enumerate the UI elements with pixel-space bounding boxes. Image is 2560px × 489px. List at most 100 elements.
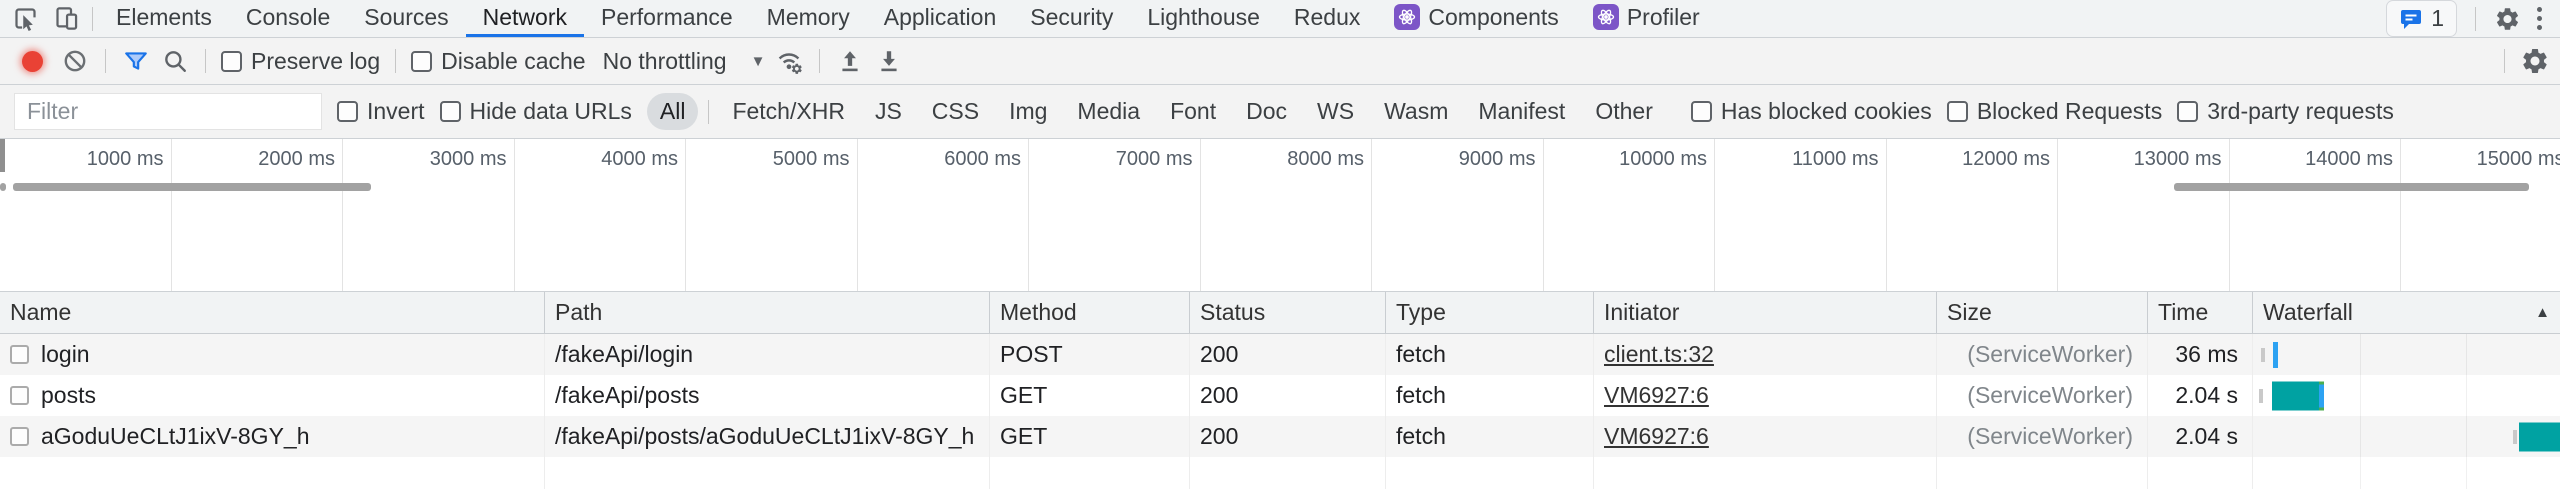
tab-network[interactable]: Network	[466, 0, 584, 37]
export-har-icon[interactable]	[874, 46, 904, 76]
timeline-tick: 8000 ms	[1201, 139, 1373, 291]
preserve-log-checkbox[interactable]: Preserve log	[221, 48, 380, 75]
column-header-initiator[interactable]: Initiator	[1594, 292, 1937, 333]
name-cell[interactable]: login	[0, 334, 545, 375]
import-har-icon[interactable]	[835, 46, 865, 76]
size-cell: (ServiceWorker)	[1937, 375, 2148, 416]
record-network-log-button[interactable]	[22, 51, 43, 72]
network-settings-gear-icon[interactable]	[2520, 46, 2550, 76]
timeline-tick: 15000 ms	[2401, 139, 2560, 291]
type-filter-manifest[interactable]: Manifest	[1465, 93, 1578, 130]
tab-security[interactable]: Security	[1013, 0, 1130, 37]
type-filter-css[interactable]: CSS	[919, 93, 992, 130]
time-cell: 2.04 s	[2148, 416, 2253, 457]
request-row-login[interactable]: login /fakeApi/login POST 200 fetch clie…	[0, 334, 2560, 375]
checkbox-box[interactable]	[440, 101, 461, 122]
column-header-time[interactable]: Time	[2148, 292, 2253, 333]
tab-memory[interactable]: Memory	[750, 0, 867, 37]
request-row-post-detail[interactable]: aGoduUeCLtJ1ixV-8GY_h /fakeApi/posts/aGo…	[0, 416, 2560, 457]
timeline-tick: 2000 ms	[172, 139, 344, 291]
column-header-size[interactable]: Size	[1937, 292, 2148, 333]
path-cell[interactable]: /fakeApi/login	[545, 334, 990, 375]
overview-left-handle[interactable]	[0, 139, 5, 172]
throttling-dropdown[interactable]: No throttling ▼	[603, 48, 766, 75]
type-filter-js[interactable]: JS	[862, 93, 915, 130]
tab-react-components[interactable]: Components	[1377, 0, 1575, 37]
checkbox-box[interactable]	[221, 51, 242, 72]
timeline-ruler: 1000 ms 2000 ms 3000 ms 4000 ms 5000 ms …	[0, 139, 2560, 291]
name-cell[interactable]: posts	[0, 375, 545, 416]
invert-checkbox[interactable]: Invert	[337, 98, 425, 125]
blocked-requests-checkbox[interactable]: Blocked Requests	[1947, 98, 2162, 125]
type-filter-wasm[interactable]: Wasm	[1371, 93, 1461, 130]
time-cell: 36 ms	[2148, 334, 2253, 375]
waterfall-cell[interactable]	[2253, 416, 2560, 457]
overview-activity-bar	[2174, 183, 2529, 191]
tab-redux[interactable]: Redux	[1277, 0, 1377, 37]
waterfall-queue-tick	[2513, 430, 2517, 444]
settings-gear-icon[interactable]	[2494, 5, 2521, 32]
column-header-name[interactable]: Name	[0, 292, 545, 333]
tab-elements[interactable]: Elements	[99, 0, 229, 37]
inspect-element-icon[interactable]	[12, 5, 39, 32]
type-filter-img[interactable]: Img	[996, 93, 1060, 130]
row-checkbox[interactable]	[10, 427, 29, 446]
initiator-cell[interactable]: client.ts:32	[1594, 334, 1937, 375]
initiator-cell[interactable]: VM6927:6	[1594, 375, 1937, 416]
initiator-link[interactable]: VM6927:6	[1604, 423, 1709, 450]
name-cell[interactable]: aGoduUeCLtJ1ixV-8GY_h	[0, 416, 545, 457]
type-filter-doc[interactable]: Doc	[1233, 93, 1300, 130]
filter-input[interactable]	[14, 93, 322, 130]
waterfall-queue-tick	[2261, 348, 2265, 362]
tab-lighthouse[interactable]: Lighthouse	[1130, 0, 1277, 37]
waterfall-cell[interactable]	[2253, 375, 2560, 416]
clear-network-log-icon[interactable]	[60, 46, 90, 76]
column-header-waterfall[interactable]: Waterfall ▲	[2253, 292, 2560, 333]
network-overview-timeline[interactable]: 1000 ms 2000 ms 3000 ms 4000 ms 5000 ms …	[0, 139, 2560, 292]
row-checkbox[interactable]	[10, 386, 29, 405]
more-options-kebab-icon[interactable]	[2533, 3, 2546, 34]
tab-application[interactable]: Application	[867, 0, 1014, 37]
hide-data-urls-checkbox[interactable]: Hide data URLs	[440, 98, 632, 125]
device-toolbar-icon[interactable]	[53, 5, 80, 32]
row-checkbox[interactable]	[10, 345, 29, 364]
type-filter-font[interactable]: Font	[1157, 93, 1229, 130]
waterfall-waiting-bar	[2519, 422, 2560, 451]
checkbox-box[interactable]	[337, 101, 358, 122]
disable-cache-checkbox[interactable]: Disable cache	[411, 48, 585, 75]
initiator-link[interactable]: client.ts:32	[1604, 341, 1714, 368]
initiator-link[interactable]: VM6927:6	[1604, 382, 1709, 409]
type-filter-fetch-xhr[interactable]: Fetch/XHR	[719, 93, 857, 130]
request-row-posts[interactable]: posts /fakeApi/posts GET 200 fetch VM692…	[0, 375, 2560, 416]
column-header-status[interactable]: Status	[1190, 292, 1386, 333]
tab-performance[interactable]: Performance	[584, 0, 750, 37]
path-cell[interactable]: /fakeApi/posts	[545, 375, 990, 416]
checkbox-box[interactable]	[1691, 101, 1712, 122]
waterfall-queue-tick	[2259, 389, 2263, 403]
issues-counter-button[interactable]: 1	[2386, 0, 2457, 37]
type-filter-all[interactable]: All	[647, 93, 699, 130]
checkbox-box[interactable]	[411, 51, 432, 72]
network-conditions-icon[interactable]	[774, 46, 804, 76]
path-cell[interactable]: /fakeApi/posts/aGoduUeCLtJ1ixV-8GY_h	[545, 416, 990, 457]
search-icon[interactable]	[160, 46, 190, 76]
table-filler-row	[0, 457, 2560, 489]
tab-console[interactable]: Console	[229, 0, 347, 37]
type-filter-media[interactable]: Media	[1064, 93, 1153, 130]
checkbox-box[interactable]	[2177, 101, 2198, 122]
type-filter-other[interactable]: Other	[1582, 93, 1666, 130]
has-blocked-cookies-checkbox[interactable]: Has blocked cookies	[1691, 98, 1932, 125]
third-party-requests-checkbox[interactable]: 3rd-party requests	[2177, 98, 2394, 125]
initiator-cell[interactable]: VM6927:6	[1594, 416, 1937, 457]
column-header-method[interactable]: Method	[990, 292, 1190, 333]
waterfall-cell[interactable]	[2253, 334, 2560, 375]
type-filter-ws[interactable]: WS	[1304, 93, 1367, 130]
divider	[395, 49, 396, 73]
checkbox-box[interactable]	[1947, 101, 1968, 122]
column-header-path[interactable]: Path	[545, 292, 990, 333]
column-header-type[interactable]: Type	[1386, 292, 1594, 333]
issues-icon	[2399, 7, 2423, 31]
tab-react-profiler[interactable]: Profiler	[1576, 0, 1717, 37]
tab-sources[interactable]: Sources	[347, 0, 465, 37]
filter-funnel-icon[interactable]	[121, 46, 151, 76]
